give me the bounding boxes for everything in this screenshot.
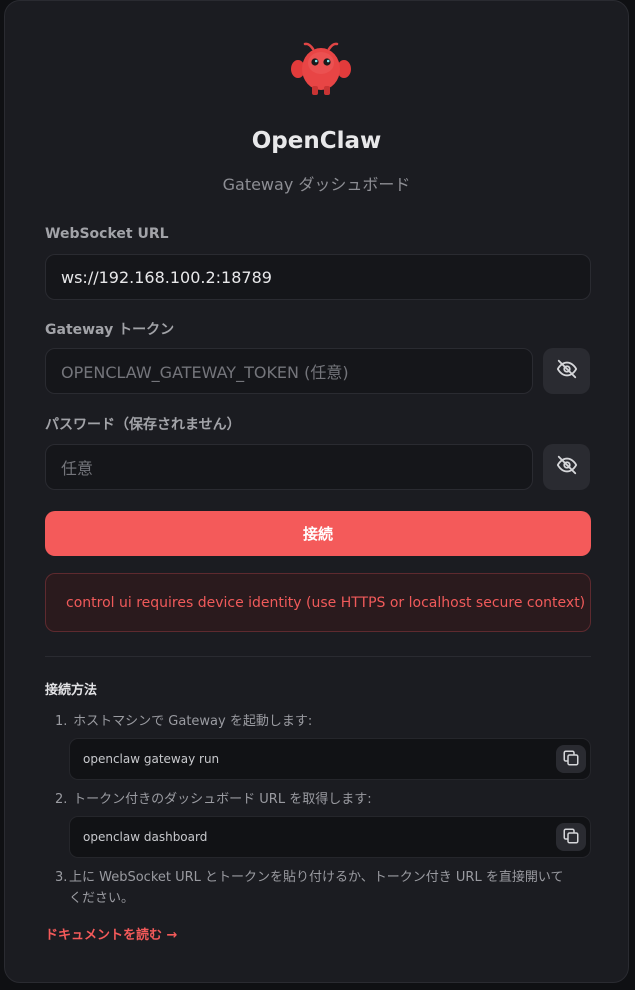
step-1: 1. ホストマシンで Gateway を起動します: (55, 714, 313, 729)
command-text: openclaw dashboard (83, 830, 208, 844)
toggle-token-visibility-button[interactable] (543, 348, 590, 394)
section-divider (45, 656, 591, 657)
app-subtitle: Gateway ダッシュボード (222, 175, 411, 194)
password-input[interactable]: 任意 (45, 444, 533, 490)
copy-icon (562, 827, 580, 848)
copy-icon (562, 749, 580, 770)
read-docs-link[interactable]: ドキュメントを読む → (45, 924, 177, 943)
toggle-password-visibility-button[interactable] (543, 444, 590, 490)
copy-command-button[interactable] (556, 823, 586, 851)
step-3: 3. 上に WebSocket URL とトークンを貼り付けるか、トークン付き U… (55, 870, 564, 906)
gateway-token-input[interactable]: OPENCLAW_GATEWAY_TOKEN (任意) (45, 348, 533, 394)
command-box-1: openclaw gateway run (69, 738, 591, 780)
password-label: パスワード（保存されません） (45, 417, 241, 433)
copy-command-button[interactable] (556, 745, 586, 773)
openclaw-logo-icon (289, 41, 353, 99)
command-box-2: openclaw dashboard (69, 816, 591, 858)
app-title: OpenClaw (251, 128, 382, 154)
command-text: openclaw gateway run (83, 752, 220, 766)
eye-off-icon (556, 358, 578, 384)
websocket-url-input[interactable]: ws://192.168.100.2:18789 (45, 254, 591, 300)
connect-button[interactable]: 接続 (45, 511, 591, 556)
step-2: 2. トークン付きのダッシュボード URL を取得します: (55, 792, 372, 807)
login-card: OpenClaw Gateway ダッシュボード WebSocket URL w… (4, 0, 629, 983)
error-message: control ui requires device identity (use… (45, 573, 591, 632)
websocket-url-label: WebSocket URL (45, 226, 169, 242)
howto-title: 接続方法 (45, 683, 98, 698)
gateway-token-label: Gateway トークン (45, 322, 175, 338)
eye-off-icon (556, 454, 578, 480)
